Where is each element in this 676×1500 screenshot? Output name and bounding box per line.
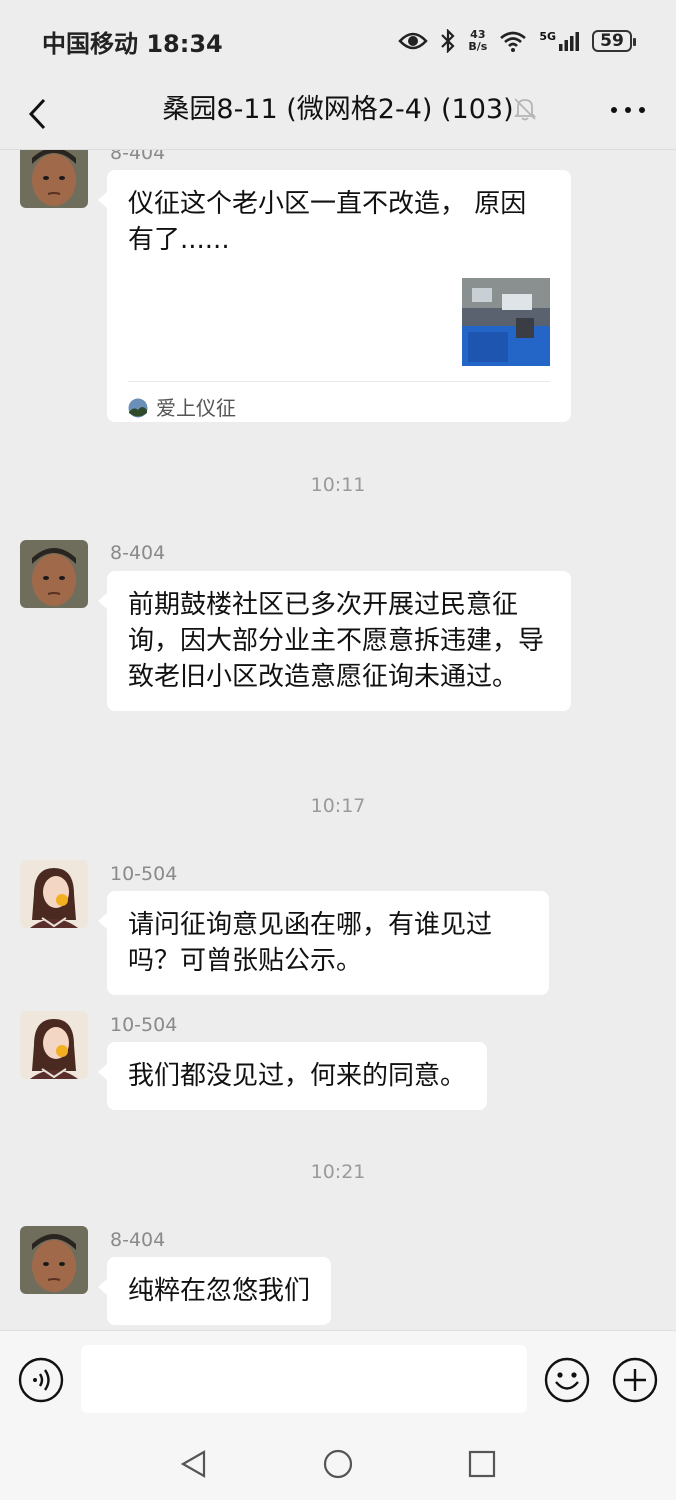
- link-source-name: 爱上仪征: [156, 396, 236, 420]
- status-bar: 中国移动 18:34 43 B/s 5G 59: [0, 0, 676, 82]
- time-stamp: 10:21: [310, 1161, 366, 1183]
- boy-avatar-icon: [20, 1226, 88, 1294]
- sender-name: 10-504: [110, 1014, 178, 1036]
- message-bubble[interactable]: 前期鼓楼社区已多次开展过民意征询，因大部分业主不愿意拆违建，导致老旧小区改造意愿…: [98, 571, 571, 711]
- link-card-bubble[interactable]: 仪征这个老小区一直不改造， 原因有了...... 爱上仪征: [98, 170, 571, 422]
- girl-avatar-icon: [20, 860, 88, 928]
- signal-indicator: 5G: [539, 30, 580, 52]
- battery-indicator: 59: [592, 30, 636, 52]
- message-bubble[interactable]: 纯粹在忽悠我们: [97, 1257, 332, 1325]
- net-speed: 43 B/s: [468, 28, 488, 53]
- status-icons: 43 B/s 5G 59: [398, 28, 636, 53]
- plus-icon[interactable]: [612, 1357, 658, 1403]
- nav-home-icon[interactable]: [322, 1448, 354, 1480]
- avatar[interactable]: [20, 540, 88, 608]
- sender-name: 8-404: [110, 150, 166, 164]
- girl-avatar-icon: [20, 1011, 88, 1079]
- avatar[interactable]: [20, 860, 88, 928]
- message-input[interactable]: [81, 1345, 527, 1413]
- system-nav-bar: [0, 1428, 676, 1500]
- nav-recent-icon[interactable]: [466, 1448, 498, 1480]
- avatar[interactable]: [20, 1011, 88, 1079]
- avatar[interactable]: [20, 1226, 88, 1294]
- avatar[interactable]: [20, 150, 88, 208]
- input-bar: [0, 1330, 676, 1428]
- boy-avatar-icon: [20, 540, 88, 608]
- chat-title: 桑园8-11 (微网格2-4) (103): [162, 94, 514, 125]
- boy-avatar-icon: [20, 150, 88, 208]
- voice-icon[interactable]: [18, 1357, 64, 1403]
- time-stamp: 10:11: [310, 474, 366, 496]
- bluetooth-icon: [441, 29, 455, 53]
- news-thumbnail-image: [462, 278, 550, 366]
- sender-name: 8-404: [110, 1229, 166, 1251]
- wifi-icon: [500, 31, 527, 52]
- link-title: 仪征这个老小区一直不改造， 原因有了......: [128, 189, 527, 255]
- signal-icon: [559, 32, 579, 51]
- link-thumbnail: [462, 278, 550, 366]
- time-stamp: 10:17: [310, 795, 366, 817]
- carrier-time: 中国移动 18:34: [42, 29, 223, 58]
- link-source: 爱上仪征: [128, 390, 236, 426]
- source-logo-icon: [128, 398, 148, 418]
- nav-back-icon[interactable]: [178, 1448, 210, 1480]
- network-type: 5G: [539, 30, 556, 43]
- message-bubble[interactable]: 请问征询意见函在哪，有谁见过吗？可曾张贴公示。: [98, 891, 549, 995]
- eye-icon: [398, 32, 429, 50]
- chat-header: 桑园8-11 (微网格2-4) (103): [0, 82, 676, 150]
- mute-bell-icon: [513, 98, 537, 121]
- more-dots-icon[interactable]: [608, 100, 648, 120]
- sender-name: 10-504: [110, 863, 178, 885]
- sender-name: 8-404: [110, 542, 166, 564]
- emoji-icon[interactable]: [544, 1357, 590, 1403]
- message-list: 8-404 仪征这个老小区一直不改造， 原因有了...... 爱上仪征 10:1…: [0, 150, 676, 1330]
- message-bubble[interactable]: 我们都没见过，何来的同意。: [97, 1042, 488, 1110]
- link-divider: [128, 381, 550, 382]
